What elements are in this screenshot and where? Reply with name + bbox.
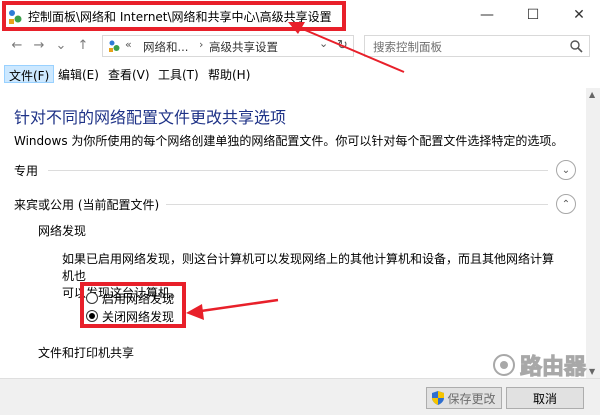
up-button[interactable]: ↑ <box>74 36 92 56</box>
menu-help[interactable]: 帮助(H) <box>204 65 254 83</box>
divider <box>166 204 548 205</box>
page-title: 针对不同的网络配置文件更改共享选项 <box>14 108 287 127</box>
collapse-public-button[interactable]: ⌃ <box>556 194 576 214</box>
network-discovery-heading: 网络发现 <box>38 224 87 238</box>
watermark-text: 路由器 <box>519 355 587 381</box>
menu-bar: 文件(F) 编辑(E) 查看(V) 工具(T) 帮助(H) <box>0 63 600 85</box>
section-public[interactable]: 来宾或公用 (当前配置文件) ⌃ <box>14 194 576 214</box>
page-description: Windows 为你所使用的每个网络创建单独的网络配置文件。你可以针对每个配置文… <box>14 134 564 148</box>
network-discovery-description-line-1: 如果已启用网络发现，则这台计算机可以发现网络上的其他计算机和设备，而且其他网络计… <box>62 252 555 283</box>
radio-annotation-box <box>80 282 186 328</box>
vertical-scrollbar[interactable]: ▲ ▼ <box>586 88 600 378</box>
cancel-button[interactable]: 取消 <box>506 387 584 409</box>
menu-edit[interactable]: 编辑(E) <box>54 65 103 83</box>
address-bar[interactable]: « 网络和... › 高级共享设置 ⌄ ↻ <box>102 35 354 57</box>
breadcrumb-overflow[interactable]: « <box>125 38 132 51</box>
control-panel-icon <box>109 40 120 52</box>
search-input[interactable]: 搜索控制面板 <box>364 35 590 57</box>
search-placeholder: 搜索控制面板 <box>373 40 442 54</box>
main-content: 针对不同的网络配置文件更改共享选项 Windows 为你所使用的每个网络创建单独… <box>0 88 586 378</box>
section-public-label: 来宾或公用 (当前配置文件) <box>14 198 160 212</box>
scroll-down-arrow[interactable]: ▼ <box>589 367 595 376</box>
address-dropdown-button[interactable]: ⌄ <box>319 37 328 50</box>
scroll-up-arrow[interactable]: ▲ <box>589 90 595 99</box>
save-changes-button[interactable]: 保存更改 <box>426 387 502 409</box>
search-icon[interactable] <box>569 39 583 53</box>
refresh-button[interactable]: ↻ <box>337 38 348 53</box>
back-button[interactable]: ← <box>8 36 26 56</box>
minimize-button[interactable]: — <box>464 0 510 30</box>
section-private[interactable]: 专用 ⌄ <box>14 160 576 180</box>
menu-view[interactable]: 查看(V) <box>104 65 154 83</box>
breadcrumb-advanced-sharing[interactable]: 高级共享设置 <box>209 39 278 55</box>
breadcrumb-network[interactable]: 网络和... <box>143 39 188 55</box>
expand-private-button[interactable]: ⌄ <box>556 160 576 180</box>
title-annotation-box <box>2 1 346 31</box>
address-row: ← → ⌄ ↑ « 网络和... › 高级共享设置 ⌄ ↻ 搜索控制面板 <box>0 32 600 60</box>
section-private-label: 专用 <box>14 164 39 178</box>
menu-tools[interactable]: 工具(T) <box>154 65 203 83</box>
divider <box>48 170 548 171</box>
menu-file[interactable]: 文件(F) <box>4 65 55 83</box>
button-bar: 保存更改 取消 <box>0 378 600 415</box>
recent-locations-button[interactable]: ⌄ <box>52 36 70 56</box>
watermark: 路由器 <box>492 349 587 381</box>
uac-shield-icon <box>432 391 445 405</box>
close-button[interactable]: ✕ <box>556 0 600 30</box>
file-sharing-heading: 文件和打印机共享 <box>38 346 135 360</box>
router-logo-icon <box>493 354 515 376</box>
breadcrumb-separator[interactable]: › <box>199 38 203 51</box>
forward-button[interactable]: → <box>30 36 48 56</box>
save-changes-label: 保存更改 <box>447 391 496 406</box>
maximize-button[interactable]: ☐ <box>510 0 556 30</box>
